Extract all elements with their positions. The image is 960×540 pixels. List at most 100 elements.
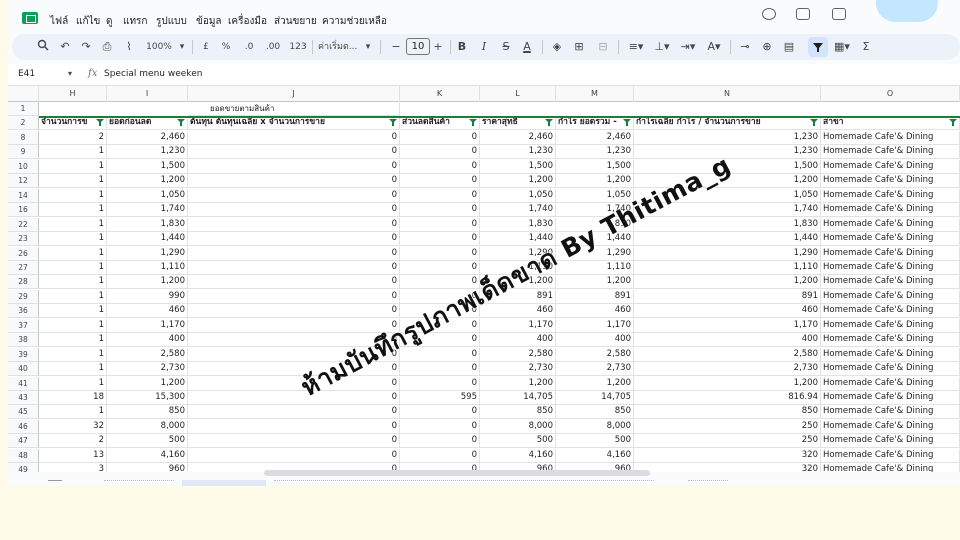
value-cell[interactable]: 0 (188, 318, 400, 333)
value-cell[interactable]: 8,000 (107, 419, 188, 434)
value-cell[interactable]: 250 (634, 434, 821, 449)
borders-icon[interactable]: ⊞ (572, 39, 586, 55)
value-cell[interactable]: 1,110 (107, 260, 188, 275)
row-header[interactable]: 10 (8, 159, 39, 174)
branch-cell[interactable]: Homemade Cafe'& Dining (821, 434, 960, 449)
value-cell[interactable]: 1 (39, 203, 107, 218)
value-cell[interactable]: 0 (400, 362, 480, 377)
redo-icon[interactable]: ↷ (79, 39, 93, 55)
value-cell[interactable]: 2,580 (556, 347, 634, 362)
sheet-tab[interactable] (104, 480, 174, 486)
value-cell[interactable]: 1 (39, 246, 107, 261)
row-header[interactable]: 14 (8, 188, 39, 203)
text-color-button[interactable]: A (520, 39, 534, 55)
branch-cell[interactable]: Homemade Cafe'& Dining (821, 289, 960, 304)
value-cell[interactable]: 0 (188, 448, 400, 463)
value-cell[interactable]: 1,740 (107, 203, 188, 218)
menu-tools[interactable]: เครื่องมือ (228, 14, 267, 29)
insert-comment-icon[interactable]: ⊕ (760, 39, 774, 55)
value-cell[interactable]: 400 (634, 333, 821, 348)
merge-cells-icon[interactable]: ⊟ (594, 39, 612, 55)
value-cell[interactable]: 0 (188, 232, 400, 247)
value-cell[interactable]: 2,730 (107, 362, 188, 377)
value-cell[interactable]: 0 (188, 174, 400, 189)
value-cell[interactable]: 0 (400, 232, 480, 247)
sheet-tab-active[interactable] (182, 480, 266, 486)
value-cell[interactable]: 891 (556, 289, 634, 304)
value-cell[interactable]: 0 (188, 304, 400, 319)
value-cell[interactable]: 400 (107, 333, 188, 348)
bold-button[interactable]: B (456, 39, 468, 55)
value-cell[interactable]: 1,500 (107, 159, 188, 174)
row-header[interactable]: 26 (8, 246, 39, 261)
value-cell[interactable]: 18 (39, 391, 107, 405)
value-cell[interactable]: 1,230 (634, 130, 821, 145)
value-cell[interactable]: 595 (400, 391, 480, 405)
menu-file[interactable]: ไฟล์ (50, 14, 68, 29)
value-cell[interactable]: 500 (480, 434, 556, 449)
column-title-cell[interactable]: สาขา (821, 116, 960, 131)
filter-dropdown-icon[interactable] (949, 118, 957, 127)
sheet-tab[interactable] (688, 480, 728, 486)
value-cell[interactable]: 1 (39, 362, 107, 377)
column-title-cell[interactable]: ต้นทุน ต้นทุนเฉลี่ย x จำนวนการขาย (188, 116, 400, 131)
column-title-cell[interactable]: กำไร ยอดรวม - (556, 116, 634, 131)
row-header[interactable]: 48 (8, 448, 39, 463)
branch-cell[interactable]: Homemade Cafe'& Dining (821, 130, 960, 145)
branch-cell[interactable]: Homemade Cafe'& Dining (821, 159, 960, 174)
row-header[interactable]: 40 (8, 362, 39, 377)
value-cell[interactable]: 1,740 (480, 203, 556, 218)
value-cell[interactable]: 1 (39, 318, 107, 333)
branch-cell[interactable]: Homemade Cafe'& Dining (821, 405, 960, 420)
filter-dropdown-icon[interactable] (177, 118, 185, 127)
column-title-cell[interactable]: ส่วนลดสินค้า (400, 116, 480, 131)
branch-cell[interactable]: Homemade Cafe'& Dining (821, 419, 960, 434)
fill-color-icon[interactable]: ◈ (550, 39, 564, 55)
value-cell[interactable]: 8,000 (556, 419, 634, 434)
value-cell[interactable]: 460 (634, 304, 821, 319)
column-title-cell[interactable]: กำไรเฉลี่ย กำไร / จำนวนการขาย (634, 116, 821, 131)
branch-cell[interactable]: Homemade Cafe'& Dining (821, 333, 960, 348)
value-cell[interactable]: 400 (480, 333, 556, 348)
font-family-select[interactable]: ค่าเริ่มต... (318, 39, 362, 55)
value-cell[interactable]: 3 (39, 463, 107, 472)
value-cell[interactable]: 2,580 (634, 347, 821, 362)
menu-help[interactable]: ความช่วยเหลือ (322, 14, 387, 29)
row-header[interactable]: 46 (8, 419, 39, 434)
value-cell[interactable]: 891 (634, 289, 821, 304)
row-header[interactable]: 43 (8, 391, 39, 405)
strikethrough-button[interactable]: S (500, 39, 512, 55)
zoom-select[interactable]: 100% (144, 39, 174, 55)
value-cell[interactable]: 0 (188, 405, 400, 420)
value-cell[interactable]: 1 (39, 275, 107, 290)
value-cell[interactable]: 1,230 (107, 145, 188, 160)
value-cell[interactable]: 14,705 (556, 391, 634, 405)
value-cell[interactable]: 1,200 (107, 174, 188, 189)
column-title-cell[interactable]: จำนวนการข (39, 116, 107, 131)
row-header[interactable]: 12 (8, 174, 39, 189)
column-header-o[interactable]: O (821, 86, 960, 102)
row-header[interactable]: 49 (8, 463, 39, 472)
meet-icon[interactable] (832, 8, 846, 20)
branch-cell[interactable]: Homemade Cafe'& Dining (821, 362, 960, 377)
menu-insert[interactable]: แทรก (123, 14, 147, 29)
select-all-corner[interactable] (8, 86, 39, 102)
decrease-font-size-button[interactable]: − (390, 39, 402, 55)
value-cell[interactable]: 2 (39, 130, 107, 145)
insert-link-icon[interactable]: ⊸ (738, 39, 752, 55)
menu-format[interactable]: รูปแบบ (156, 14, 187, 29)
value-cell[interactable]: 1,200 (107, 275, 188, 290)
branch-cell[interactable]: Homemade Cafe'& Dining (821, 304, 960, 319)
comments-icon[interactable] (796, 8, 810, 20)
value-cell[interactable]: 500 (556, 434, 634, 449)
value-cell[interactable]: 0 (188, 130, 400, 145)
value-cell[interactable]: 4,160 (480, 448, 556, 463)
value-cell[interactable]: 1,230 (480, 145, 556, 160)
value-cell[interactable]: 2,730 (480, 362, 556, 377)
value-cell[interactable]: 0 (400, 260, 480, 275)
value-cell[interactable]: 14,705 (480, 391, 556, 405)
value-cell[interactable]: 400 (556, 333, 634, 348)
value-cell[interactable]: 1,500 (480, 159, 556, 174)
branch-cell[interactable]: Homemade Cafe'& Dining (821, 318, 960, 333)
value-cell[interactable]: 2,580 (480, 347, 556, 362)
